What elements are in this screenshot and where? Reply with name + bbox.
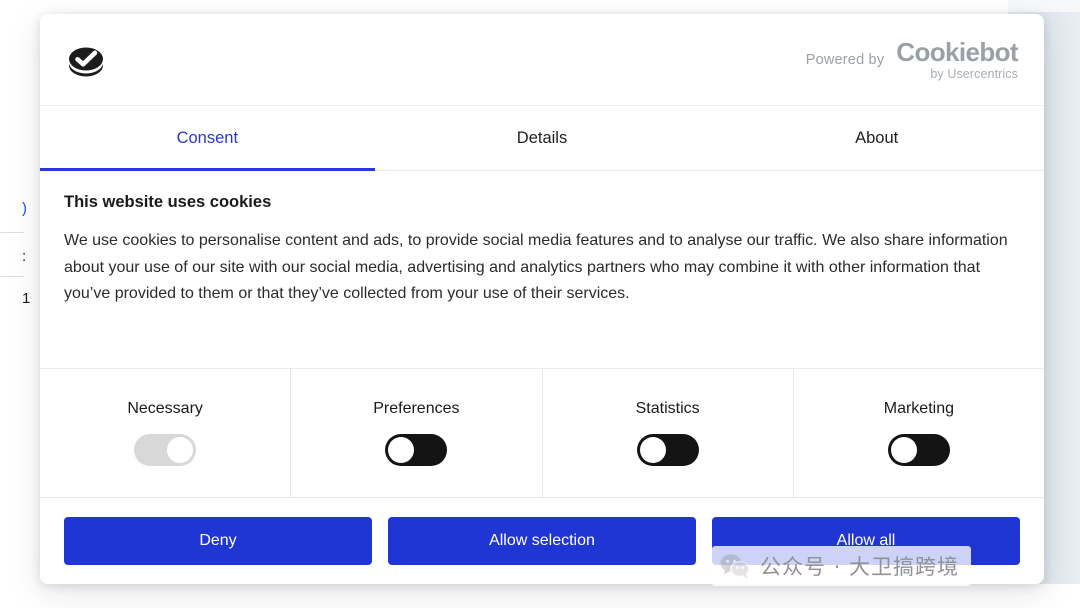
dialog-body: This website uses cookies We use cookies… bbox=[40, 171, 1044, 369]
toggle-statistics[interactable] bbox=[636, 434, 699, 466]
cookie-categories: Necessary Preferences Statistics Marketi… bbox=[40, 369, 1044, 498]
allow-all-button[interactable]: Allow all bbox=[712, 517, 1020, 565]
powered-by-label: Powered by bbox=[805, 51, 885, 68]
tab-consent[interactable]: Consent bbox=[40, 106, 375, 171]
cookiebot-brand-mark[interactable]: Cookiebot by Usercentrics bbox=[896, 39, 1018, 81]
cookiebot-cookie-check-icon bbox=[64, 38, 108, 82]
background-rule bbox=[0, 276, 24, 277]
deny-button[interactable]: Deny bbox=[64, 517, 372, 565]
toggle-knob bbox=[890, 437, 917, 463]
allow-selection-button[interactable]: Allow selection bbox=[388, 517, 696, 565]
page-title: This website uses cookies bbox=[64, 193, 272, 211]
dialog-header: Powered by Cookiebot by Usercentrics bbox=[40, 14, 1044, 106]
cookie-consent-dialog: Powered by Cookiebot by Usercentrics Con… bbox=[40, 14, 1044, 584]
toggle-necessary bbox=[134, 434, 197, 466]
category-necessary-label: Necessary bbox=[127, 400, 203, 417]
dialog-footer: Deny Allow selection Allow all bbox=[40, 498, 1044, 584]
page-bottom-strip bbox=[0, 584, 1080, 608]
category-marketing-label: Marketing bbox=[883, 400, 954, 417]
powered-by-block: Powered by Cookiebot by Usercentrics bbox=[805, 39, 1019, 81]
toggle-knob bbox=[639, 437, 666, 463]
toggle-knob bbox=[388, 437, 415, 463]
toggle-marketing[interactable] bbox=[887, 434, 950, 466]
cookiebot-brand-name: Cookiebot bbox=[896, 36, 1018, 67]
background-rule bbox=[0, 232, 24, 233]
category-statistics-label: Statistics bbox=[635, 400, 700, 417]
toggle-preferences[interactable] bbox=[385, 434, 448, 466]
category-marketing: Marketing bbox=[794, 369, 1044, 497]
dialog-tabs: Consent Details About bbox=[40, 106, 1044, 171]
category-preferences-label: Preferences bbox=[373, 400, 460, 417]
tab-details-label: Details bbox=[516, 128, 568, 147]
category-statistics: Statistics bbox=[543, 369, 794, 497]
tab-about-label: About bbox=[855, 128, 899, 147]
category-preferences: Preferences bbox=[291, 369, 543, 497]
page-top-strip bbox=[1008, 0, 1080, 12]
cookiebot-brand-subtitle: by Usercentrics bbox=[930, 66, 1018, 81]
tab-about[interactable]: About bbox=[709, 106, 1044, 170]
tab-details[interactable]: Details bbox=[375, 106, 710, 170]
consent-description: We use cookies to personalise content an… bbox=[64, 232, 1008, 302]
toggle-knob bbox=[167, 437, 194, 463]
tab-consent-label: Consent bbox=[176, 128, 239, 147]
category-necessary: Necessary bbox=[40, 369, 292, 497]
